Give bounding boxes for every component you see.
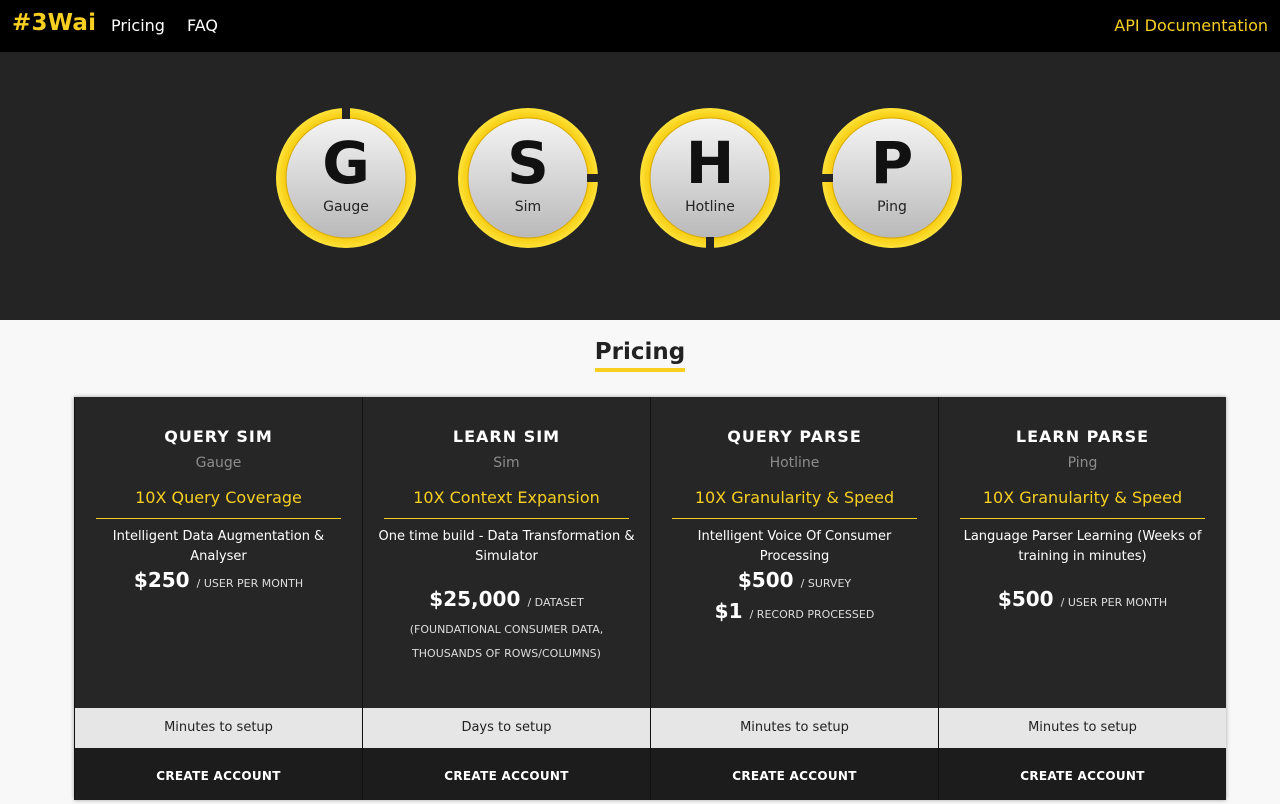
badge-label: Ping [877,199,907,215]
nav-link-api-documentation[interactable]: API Documentation [1114,16,1268,35]
nav-link-faq[interactable]: FAQ [187,16,218,35]
plan-name: QUERY SIM [164,427,273,446]
plan-card-query-sim: QUERY SIM Gauge 10X Query Coverage Intel… [75,397,362,800]
price-unit: / USER PER MONTH [196,577,304,590]
plan-tagline: 10X Granularity & Speed [982,488,1183,507]
pricing-heading: Pricing [594,339,686,372]
plan-setup-time: Minutes to setup [651,708,938,748]
plan-description: Intelligent Voice Of Consumer Processing [697,529,892,564]
create-account-button[interactable]: CREATE ACCOUNT [75,748,362,800]
plan-divider [384,518,629,519]
badge-letter: S [507,129,549,197]
plan-name: LEARN PARSE [1015,427,1150,446]
price-unit: / SURVEY [800,577,852,590]
plan-divider [960,518,1205,519]
plan-name: QUERY PARSE [727,427,862,446]
badge-ping[interactable]: P Ping [822,108,962,248]
price-amount: $1 [714,599,743,623]
plan-price: $500 / USER PER MONTH [939,587,1226,611]
plan-setup-time: Minutes to setup [939,708,1226,748]
plan-description: Language Parser Learning (Weeks of train… [963,529,1202,564]
plan-divider [672,518,917,519]
price-amount: $25,000 [429,587,521,611]
price-amount: $500 [737,568,794,592]
badge-gauge[interactable]: G Gauge [276,108,416,248]
plan-product: Ping [1067,455,1098,471]
badge-label: Sim [514,199,542,215]
plan-product: Gauge [195,455,242,471]
create-account-button[interactable]: CREATE ACCOUNT [939,748,1226,800]
create-account-button[interactable]: CREATE ACCOUNT [651,748,938,800]
pricing-section-title: Pricing [0,339,1280,372]
price-note: (FOUNDATIONAL CONSUMER DATA, THOUSANDS O… [409,623,604,660]
price-unit: / RECORD PROCESSED [749,608,875,621]
plan-setup-time: Days to setup [363,708,650,748]
create-account-button[interactable]: CREATE ACCOUNT [363,748,650,800]
nav-link-pricing[interactable]: Pricing [111,16,165,35]
badge-label: Gauge [323,199,369,215]
plan-tagline: 10X Granularity & Speed [694,488,895,507]
plan-tagline: 10X Query Coverage [135,488,302,507]
plan-setup-time: Minutes to setup [75,708,362,748]
price-unit: / USER PER MONTH [1060,596,1168,609]
plan-divider [96,518,341,519]
price-unit: / DATASET [527,596,584,609]
plan-tagline: 10X Context Expansion [413,488,600,507]
plan-price: $250 / USER PER MONTH [75,568,362,592]
badge-letter: P [870,129,914,197]
plan-price-primary: $500 / SURVEY [651,568,938,592]
badge-letter: G [322,129,370,197]
price-amount: $250 [133,568,190,592]
plan-product: Sim [493,455,520,471]
badge-label: Hotline [685,199,735,215]
badge-hotline[interactable]: H Hotline [640,108,780,248]
hero-section: G Gauge S Sim H Hotline P Ping [0,52,1280,320]
plan-price-secondary: $1 / RECORD PROCESSED [651,599,938,623]
plan-description: One time build - Data Transformation & S… [378,529,635,564]
top-nav-bar: #3Wai Pricing FAQ API Documentation [0,0,1280,52]
plan-card-learn-sim: LEARN SIM Sim 10X Context Expansion One … [363,397,650,800]
plan-card-query-parse: QUERY PARSE Hotline 10X Granularity & Sp… [651,397,938,800]
plan-description: Intelligent Data Augmentation & Analyser [112,529,325,564]
badge-sim[interactable]: S Sim [458,108,598,248]
plan-card-learn-parse: LEARN PARSE Ping 10X Granularity & Speed… [939,397,1226,800]
badge-letter: H [685,129,735,197]
price-amount: $500 [997,587,1054,611]
plan-product: Hotline [769,455,820,471]
pricing-plans: QUERY SIM Gauge 10X Query Coverage Intel… [74,397,1226,800]
plan-price: $25,000 / DATASET [363,587,650,611]
plan-name: LEARN SIM [452,427,561,446]
brand-logo[interactable]: #3Wai [12,10,96,36]
